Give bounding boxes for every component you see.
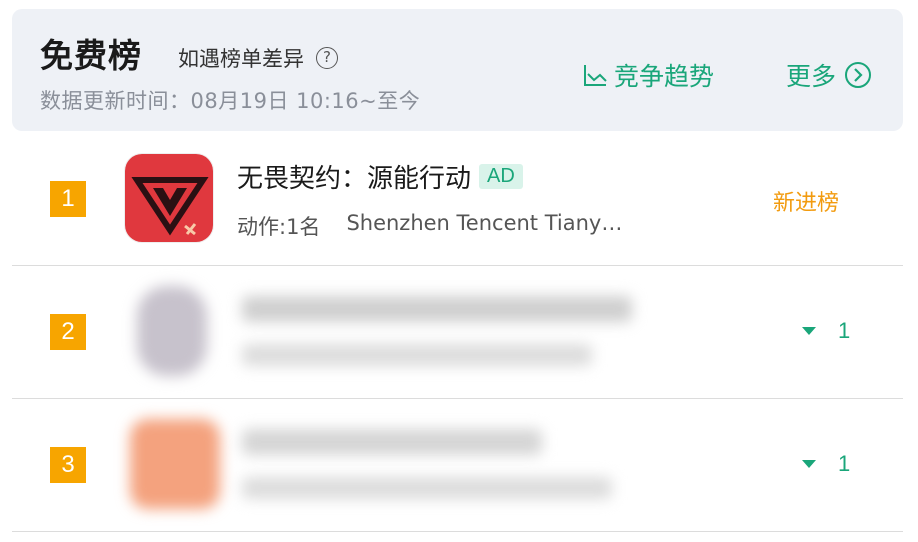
trend-button[interactable]: 竞争趋势 xyxy=(582,57,714,93)
app-meta: 动作:1名 Shenzhen Tencent Tiany… xyxy=(237,211,622,241)
rank-change: 1 xyxy=(802,318,850,344)
line-chart-icon xyxy=(584,65,607,86)
rank-change-value: 1 xyxy=(838,451,851,476)
more-button[interactable]: 更多 xyxy=(786,57,872,93)
rank-badge: 2 xyxy=(50,314,86,350)
ad-badge: AD xyxy=(479,164,523,189)
rank-change-value: 1 xyxy=(838,318,851,343)
blurred-app-icon xyxy=(130,419,220,509)
list-item[interactable]: 3 1 xyxy=(12,399,903,532)
chevron-right-circle-icon xyxy=(845,62,872,88)
list-item[interactable]: 2 1 xyxy=(12,266,903,399)
category-rank: 动作:1名 xyxy=(237,215,321,239)
app-name[interactable]: 无畏契约：源能行动 AD xyxy=(237,158,523,195)
blurred-app-meta xyxy=(242,344,592,366)
trend-label: 竞争趋势 xyxy=(614,62,715,91)
rank-badge: 1 xyxy=(50,181,86,217)
ranking-diff-note[interactable]: 如遇榜单差异 ? xyxy=(178,43,338,73)
ranking-diff-label: 如遇榜单差异 xyxy=(178,47,304,71)
app-title: 无畏契约：源能行动 xyxy=(237,164,472,194)
blurred-app-name xyxy=(242,429,542,455)
list-item[interactable]: 1 无畏契约：源能行动 AD 动作:1名 Shenzhen Tencent Ti… xyxy=(12,133,903,266)
blurred-app-icon xyxy=(137,286,207,376)
new-entry-badge: 新进榜 xyxy=(773,191,840,216)
update-time: 数据更新时间：08月19日 10:16~至今 xyxy=(40,89,421,113)
rank-badge: 3 xyxy=(50,447,86,483)
question-circle-icon[interactable]: ? xyxy=(316,47,338,69)
blurred-app-meta xyxy=(242,477,612,499)
blurred-app-name xyxy=(242,296,632,322)
arrow-down-icon xyxy=(802,327,816,335)
valorant-logo-icon xyxy=(125,154,213,242)
chart-header: 免费榜 如遇榜单差异 ? 数据更新时间：08月19日 10:16~至今 竞争趋势… xyxy=(12,9,903,131)
rank-change: 1 xyxy=(802,451,850,477)
developer-name: Shenzhen Tencent Tiany… xyxy=(346,211,623,235)
more-label: 更多 xyxy=(786,62,837,91)
page-title: 免费榜 xyxy=(40,36,142,75)
app-icon[interactable] xyxy=(124,153,214,243)
arrow-down-icon xyxy=(802,460,816,468)
